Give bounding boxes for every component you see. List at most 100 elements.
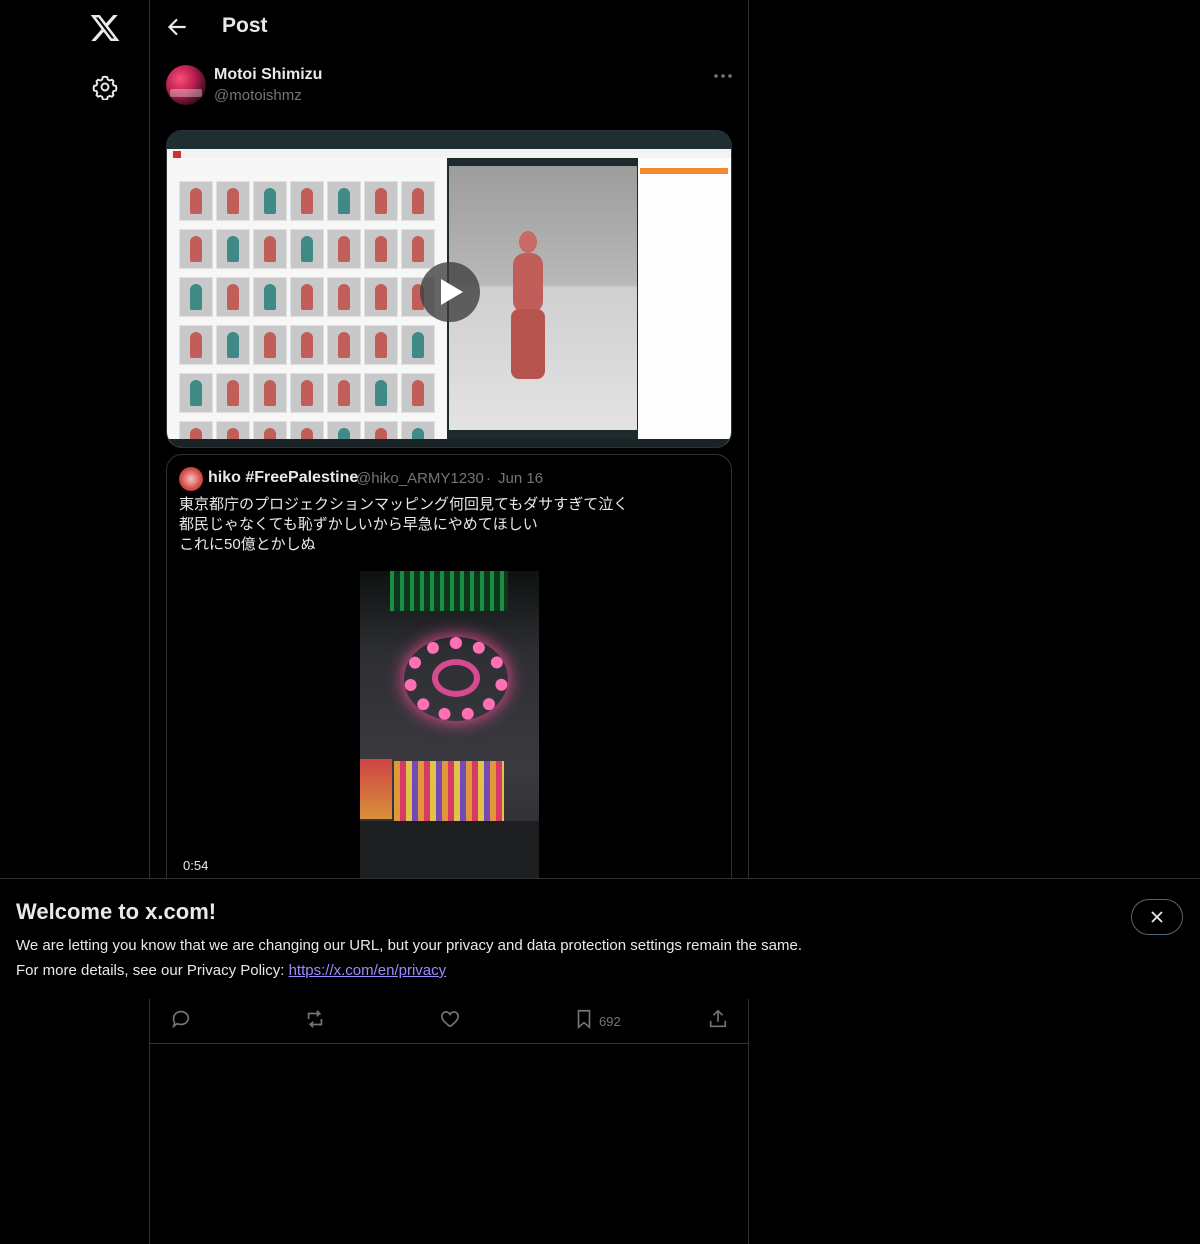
video-motion-figure [227, 332, 239, 358]
video-motion-figure [375, 332, 387, 358]
video-motion-thumbnail [253, 277, 287, 317]
play-icon [441, 279, 463, 305]
author-name[interactable]: Motoi Shimizu [214, 66, 322, 84]
video-motion-thumbnail [253, 181, 287, 221]
video-motion-thumbnail [327, 181, 361, 221]
video-motion-thumbnail [364, 277, 398, 317]
banner-privacy-prefix: For more details, see our Privacy Policy… [16, 962, 289, 979]
video-motion-thumbnail [290, 229, 324, 269]
quoted-author-name: hiko #FreePalestine [208, 469, 359, 486]
video-motion-thumbnail [290, 277, 324, 317]
post-video[interactable] [166, 130, 732, 448]
video-motion-figure [190, 332, 202, 358]
repost-button[interactable] [304, 1008, 328, 1032]
video-mannequin-head [519, 231, 537, 253]
video-motion-thumbnail [179, 325, 213, 365]
video-motion-grid [179, 181, 439, 447]
video-motion-figure [338, 284, 350, 310]
video-motion-thumbnail [327, 277, 361, 317]
video-motion-figure [190, 236, 202, 262]
video-motion-thumbnail [216, 229, 250, 269]
video-app-bar [167, 149, 731, 158]
video-motion-thumbnail [364, 181, 398, 221]
video-motion-figure [264, 188, 276, 214]
main-column: Post Motoi Shimizu @motoishmz hiko #Free… [149, 0, 749, 1244]
video-motion-thumbnail [290, 373, 324, 413]
video-motion-thumbnail [179, 277, 213, 317]
quoted-video[interactable] [360, 571, 539, 893]
video-motion-thumbnail [327, 325, 361, 365]
video-motion-thumbnail [216, 277, 250, 317]
video-motion-figure [264, 284, 276, 310]
video-motion-thumbnail [216, 373, 250, 413]
video-motion-figure [375, 188, 387, 214]
video-motion-figure [190, 188, 202, 214]
quoted-date[interactable]: Jun 16 [498, 470, 543, 487]
video-motion-figure [227, 284, 239, 310]
video-motion-thumbnail [401, 229, 435, 269]
video-motion-thumbnail [327, 373, 361, 413]
reply-icon [172, 1010, 190, 1029]
video-motion-figure [412, 236, 424, 262]
quoted-post[interactable]: hiko #FreePalestine @hiko_ARMY1230 · Jun… [166, 454, 732, 894]
video-motion-thumbnail [401, 181, 435, 221]
video-motion-figure [375, 284, 387, 310]
video-motion-figure [375, 236, 387, 262]
welcome-banner: Welcome to x.com! We are letting you kno… [0, 878, 1200, 999]
reply-button[interactable] [170, 1008, 194, 1032]
more-button[interactable] [712, 66, 734, 86]
video-motion-thumbnail [216, 181, 250, 221]
projection-inner-ring [432, 659, 480, 697]
video-motion-figure [338, 188, 350, 214]
video-motion-figure [264, 236, 276, 262]
share-button[interactable] [707, 1008, 731, 1032]
video-motion-thumbnail [290, 181, 324, 221]
video-motion-thumbnail [253, 229, 287, 269]
quoted-author-handle: @hiko_ARMY1230 [356, 470, 484, 487]
page-title: Post [222, 14, 268, 37]
video-motion-thumbnail [179, 373, 213, 413]
bookmark-button[interactable]: 692 [573, 1008, 633, 1032]
gear-icon[interactable] [92, 74, 118, 101]
video-motion-figure [301, 236, 313, 262]
quoted-separator: · [486, 470, 491, 487]
video-motion-figure [301, 332, 313, 358]
close-icon [1151, 911, 1163, 923]
video-motion-figure [190, 380, 202, 406]
video-motion-thumbnail [401, 325, 435, 365]
quoted-text-line: 東京都庁のプロジェクションマッピング何回見てもダサすぎて泣く [179, 496, 629, 513]
bookmark-count: 692 [599, 1014, 621, 1029]
author-avatar[interactable] [166, 65, 206, 105]
privacy-policy-link[interactable]: https://x.com/en/privacy [289, 962, 447, 979]
post-actions: 692 [150, 1000, 748, 1044]
video-motion-thumbnail [364, 325, 398, 365]
video-taskbar [167, 439, 731, 447]
back-button[interactable] [164, 14, 190, 40]
post-header: Post [150, 0, 748, 54]
video-motion-thumbnail [290, 325, 324, 365]
video-duration: 0:54 [179, 857, 213, 874]
video-motion-figure [190, 284, 202, 310]
like-button[interactable] [439, 1008, 463, 1032]
author-handle[interactable]: @motoishmz [214, 87, 302, 104]
banner-close-button[interactable] [1131, 899, 1183, 935]
video-motion-figure [412, 332, 424, 358]
video-motion-figure [338, 236, 350, 262]
x-logo-icon[interactable] [89, 12, 121, 44]
quoted-author-avatar [179, 467, 203, 491]
video-motion-figure [264, 332, 276, 358]
play-button[interactable] [420, 262, 480, 322]
arrow-left-icon [167, 18, 186, 36]
quoted-text: 東京都庁のプロジェクションマッピング何回見てもダサすぎて泣く 都民じゃなくても恥… [179, 495, 719, 555]
video-motion-thumbnail [216, 325, 250, 365]
projection-color-band [394, 761, 504, 823]
building-roof-lights [390, 571, 508, 611]
video-motion-thumbnail [253, 373, 287, 413]
more-dots-icon [714, 74, 732, 78]
video-motion-figure [301, 188, 313, 214]
video-motion-thumbnail [364, 373, 398, 413]
banner-message: We are letting you know that we are chan… [16, 937, 802, 954]
quoted-text-line: これに50億とかしぬ [179, 536, 316, 553]
bookmark-icon [577, 1009, 591, 1030]
video-motion-thumbnail [253, 325, 287, 365]
